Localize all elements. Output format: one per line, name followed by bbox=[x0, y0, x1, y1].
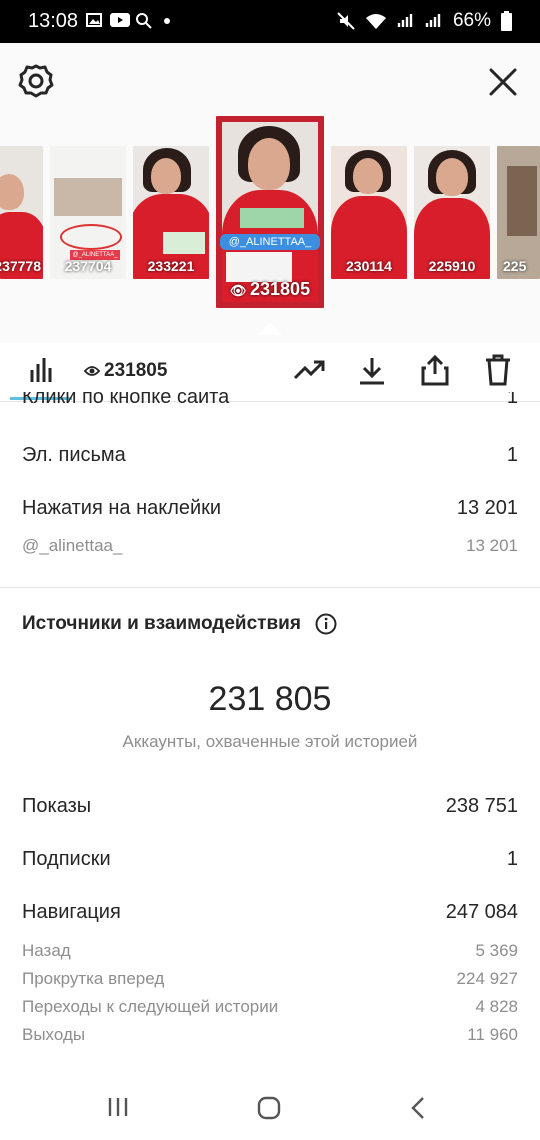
toolbar-overlay bbox=[0, 343, 540, 401]
youtube-icon bbox=[110, 13, 130, 27]
story-thumbnail[interactable]: 225 bbox=[497, 146, 540, 279]
stories-header: 237778 @_ALINETTAA_ 237704 233221 @_ALIN… bbox=[0, 43, 540, 343]
recent-apps-icon[interactable] bbox=[106, 1096, 130, 1118]
battery-percent: 66% bbox=[452, 10, 491, 31]
status-time: 13:08 bbox=[28, 10, 79, 32]
info-icon[interactable] bbox=[315, 613, 337, 635]
search-icon bbox=[136, 13, 152, 29]
battery-icon bbox=[501, 11, 512, 31]
nav-detail-row: Выходы 11 960 bbox=[22, 1025, 518, 1045]
story-thumbnail[interactable]: 237778 bbox=[0, 146, 43, 279]
story-view-count: 👁 231805 bbox=[229, 279, 311, 299]
nav-detail-row: Переходы к следующей истории 4 828 bbox=[22, 997, 518, 1017]
sticker-taps-row: Нажатия на наклейки 13 201 bbox=[22, 497, 518, 520]
emails-row: Эл. письма 1 bbox=[22, 444, 518, 467]
story-view-count: 225 bbox=[503, 258, 527, 274]
selection-caret bbox=[258, 323, 282, 335]
mute-icon bbox=[337, 12, 355, 30]
metric-label: Эл. письма bbox=[22, 444, 126, 466]
follows-row: Подписки 1 bbox=[22, 848, 518, 871]
metric-label: Прокрутка вперед bbox=[22, 969, 165, 988]
metric-value: 13 201 bbox=[466, 536, 518, 555]
story-view-count: 233221 bbox=[147, 258, 195, 274]
metric-value: 1 bbox=[506, 444, 518, 466]
impressions-row: Показы 238 751 bbox=[22, 795, 518, 818]
metric-label: Нажатия на наклейки bbox=[22, 497, 222, 519]
metric-label: Назад bbox=[22, 941, 71, 960]
gallery-icon bbox=[86, 13, 102, 27]
reach-caption: Аккаунты, охваченные этой историей bbox=[122, 732, 418, 751]
story-thumbnail[interactable]: @_ALINETTAA_ 237704 bbox=[50, 146, 126, 279]
metric-value: 1 bbox=[506, 848, 518, 870]
system-nav-bar bbox=[0, 1078, 540, 1140]
section-title: Источники и взаимодействия bbox=[22, 613, 337, 635]
story-thumbnail[interactable]: 225910 bbox=[414, 146, 490, 279]
metric-label: Переходы к следующей истории bbox=[22, 997, 279, 1016]
gear-icon[interactable] bbox=[18, 63, 54, 99]
navigation-row: Навигация 247 084 bbox=[22, 901, 518, 924]
metric-value: 224 927 bbox=[456, 969, 518, 988]
metric-value: 5 369 bbox=[475, 941, 518, 960]
home-icon[interactable] bbox=[257, 1096, 281, 1120]
reach-number: 231 805 bbox=[208, 680, 332, 718]
back-icon[interactable] bbox=[410, 1096, 426, 1120]
story-mention: @_ALINETTAA_ bbox=[220, 234, 320, 250]
metric-label: Подписки bbox=[22, 848, 111, 870]
section-title-text: Источники и взаимодействия bbox=[22, 613, 301, 634]
sticker-mention-row: @_alinettaa_ 13 201 bbox=[22, 536, 518, 556]
metric-label: Выходы bbox=[22, 1025, 86, 1044]
signal-icon bbox=[397, 14, 413, 27]
section-divider bbox=[0, 587, 540, 588]
status-bar: 13:08 66% bbox=[0, 0, 540, 43]
metric-label: Навигация bbox=[22, 901, 121, 923]
story-view-count: 237778 bbox=[0, 258, 41, 274]
wifi-icon bbox=[365, 14, 386, 29]
metric-value: 13 201 bbox=[456, 497, 518, 519]
nav-detail-row: Назад 5 369 bbox=[22, 941, 518, 961]
metric-value: 4 828 bbox=[475, 997, 518, 1016]
metric-value: 238 751 bbox=[445, 795, 518, 817]
metric-value: 11 960 bbox=[467, 1025, 518, 1044]
metric-value: 247 084 bbox=[445, 901, 518, 923]
metric-label: @_alinettaa_ bbox=[22, 536, 123, 555]
story-thumbnail[interactable]: 233221 bbox=[133, 146, 209, 279]
nav-detail-row: Прокрутка вперед 224 927 bbox=[22, 969, 518, 989]
story-view-count: 225910 bbox=[428, 258, 476, 274]
story-thumbnail-selected[interactable]: @_ALINETTAA_ 👁 231805 bbox=[216, 116, 324, 308]
story-view-count: 230114 bbox=[346, 258, 392, 274]
story-thumbnail[interactable]: 230114 bbox=[331, 146, 407, 279]
dot-icon bbox=[164, 18, 170, 24]
close-icon[interactable] bbox=[484, 63, 522, 101]
story-view-count: 237704 bbox=[64, 258, 112, 274]
signal-icon-2 bbox=[425, 14, 441, 27]
metric-label: Показы bbox=[22, 795, 92, 817]
